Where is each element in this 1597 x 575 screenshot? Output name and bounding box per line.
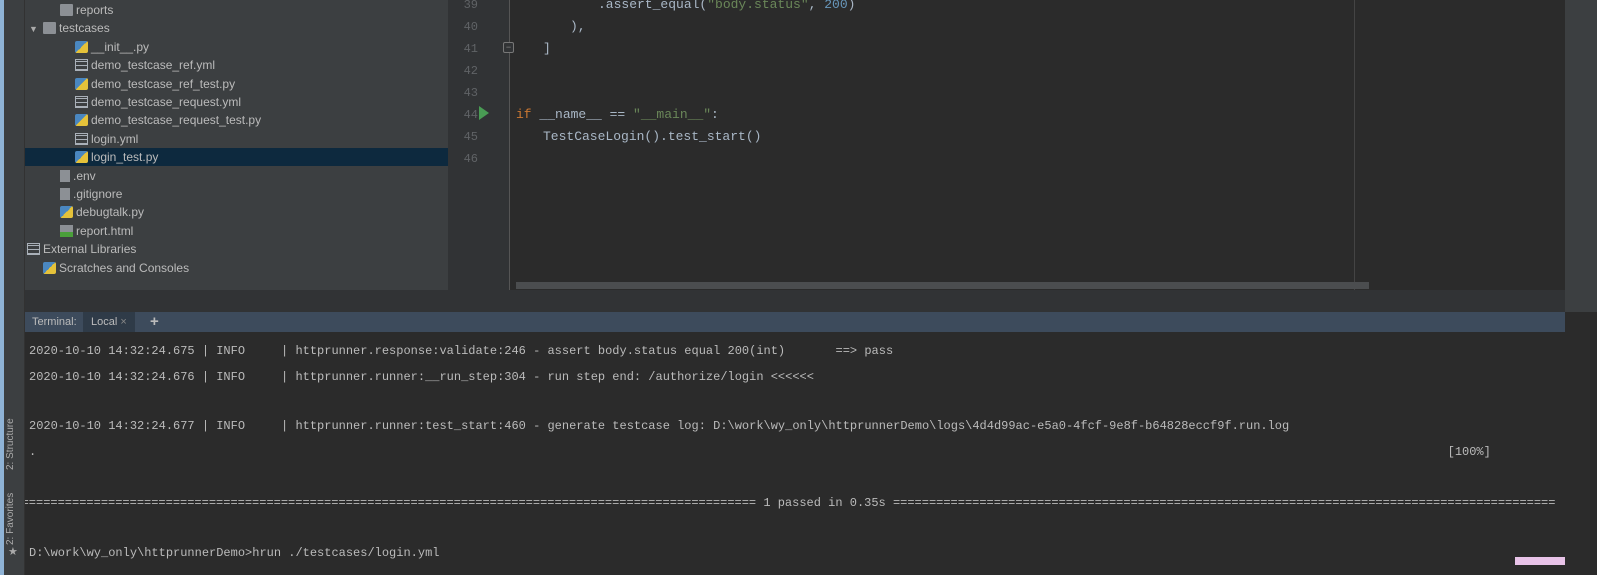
tree-item[interactable]: .gitignore	[25, 185, 448, 203]
project-tree: reports ▼ testcases __init__.py demo_testcas…	[25, 0, 448, 290]
text-file-icon	[60, 169, 70, 182]
folder-icon	[60, 4, 73, 16]
right-margin-guide	[1354, 0, 1355, 290]
scratches-icon	[43, 261, 56, 274]
tree-item-label: __init__.py	[91, 39, 150, 54]
line-number: 46	[463, 152, 478, 166]
tree-item-label: demo_testcase_request_test.py	[91, 113, 262, 128]
horizontal-scrollbar[interactable]	[516, 282, 1369, 289]
code-line-45: TestCaseLogin().test_start()	[543, 129, 762, 144]
editor-gutter: 39 40 41 42 43 44 45 46 −	[448, 0, 514, 290]
line-number: 39	[463, 0, 478, 12]
terminal-prompt[interactable]: D:\work\wy_only\httprunnerDemo>hrun ./te…	[29, 545, 439, 561]
tab-local[interactable]: Local ×	[83, 312, 135, 332]
tree-item-label: demo_testcase_ref_test.py	[91, 76, 236, 91]
tree-item-label: .env	[73, 168, 96, 183]
tree-item[interactable]: demo_testcase_request.yml	[25, 93, 448, 111]
tree-item-label: report.html	[76, 223, 134, 238]
python-file-icon	[60, 206, 73, 219]
star-icon: ★	[8, 546, 18, 558]
tree-item[interactable]: demo_testcase_ref.yml	[25, 56, 448, 74]
code-line-39: .assert_equal("body.status", 200)	[598, 0, 856, 12]
terminal-line: 2020-10-10 14:32:24.676 | INFO | httprun…	[29, 370, 814, 384]
terminal-line: 2020-10-10 14:32:24.675 | INFO | httprun…	[29, 344, 894, 358]
tree-item-label: testcases	[59, 21, 110, 36]
terminal-line: 2020-10-10 14:32:24.677 | INFO | httprun…	[29, 419, 1290, 433]
status-indicator	[1515, 557, 1565, 565]
tree-item-label: Scratches and Consoles	[59, 260, 190, 275]
tree-item[interactable]: reports	[25, 1, 448, 19]
yaml-file-icon	[75, 59, 88, 72]
tree-item[interactable]: ▶External Libraries	[25, 240, 448, 258]
terminal-output[interactable]: 2020-10-10 14:32:24.675 | INFO | httprun…	[25, 332, 1597, 575]
text-file-icon	[60, 188, 70, 200]
line-number: 44	[463, 108, 478, 122]
tree-item[interactable]: demo_testcase_ref_test.py	[25, 75, 448, 93]
tree-item[interactable]: Scratches and Consoles	[25, 259, 448, 277]
yaml-file-icon	[75, 132, 88, 145]
line-number: 45	[463, 130, 478, 144]
code-line-44: if __name__ == "__main__":	[516, 107, 719, 122]
fold-icon[interactable]: −	[503, 42, 514, 53]
library-icon	[27, 243, 40, 256]
terminal-tab-bar: Terminal: Local × +	[25, 312, 1565, 332]
tree-item-label: demo_testcase_request.yml	[91, 95, 242, 109]
tree-item-label: login.yml	[91, 131, 139, 146]
yaml-file-icon	[75, 96, 88, 108]
tree-item[interactable]: login.yml	[25, 130, 448, 148]
tree-item-label: debugtalk.py	[76, 205, 145, 220]
python-file-icon	[75, 114, 88, 127]
vertical-scrollbar[interactable]	[1565, 0, 1597, 312]
left-tool-strip: 2: Structure 2: Favorites ★	[0, 0, 25, 575]
tree-item-label: .gitignore	[73, 187, 123, 201]
tree-item[interactable]: debugtalk.py	[25, 203, 448, 221]
code-line-40: ),	[570, 19, 586, 34]
html-file-icon	[60, 224, 73, 237]
tree-item[interactable]: demo_testcase_request_test.py	[25, 111, 448, 129]
tree-item[interactable]: .env	[25, 167, 448, 185]
tree-item-label: reports	[76, 3, 114, 17]
line-number: 40	[463, 20, 478, 34]
tree-item[interactable]: report.html	[25, 222, 448, 240]
tree-item-label: demo_testcase_ref.yml	[91, 58, 216, 73]
expanded-arrow-icon[interactable]: ▼	[29, 20, 43, 38]
panel-divider[interactable]	[25, 290, 1565, 312]
python-file-icon	[75, 77, 88, 90]
terminal-label: Terminal:	[32, 316, 77, 328]
close-tab-icon[interactable]: ×	[120, 316, 126, 328]
tree-item-label: External Libraries	[43, 242, 137, 257]
code-editor[interactable]: 39 40 41 42 43 44 45 46 − .assert_equal(…	[448, 0, 1565, 290]
line-number: 42	[463, 64, 478, 78]
line-number: 43	[463, 86, 478, 100]
line-number: 41	[463, 42, 478, 56]
structure-tool-button[interactable]: 2: Structure	[5, 418, 16, 470]
tab-local-label: Local	[91, 316, 118, 328]
strip-edge	[0, 0, 4, 575]
tree-item[interactable]: __init__.py	[25, 38, 448, 56]
terminal-line: ========================================…	[25, 496, 1556, 510]
tree-item[interactable]: ▼ testcases	[25, 19, 448, 37]
tree-item-label: login_test.py	[91, 150, 159, 165]
tree-item[interactable]: login_test.py	[25, 148, 448, 167]
python-file-icon	[75, 151, 88, 164]
python-file-icon	[75, 40, 88, 53]
run-icon[interactable]	[479, 106, 489, 120]
add-terminal-button[interactable]: +	[150, 312, 159, 332]
favorites-tool-button[interactable]: 2: Favorites	[5, 493, 16, 545]
folder-icon	[43, 22, 56, 35]
terminal-line: . [100%]	[29, 445, 1491, 459]
code-line-41: ]	[543, 41, 551, 56]
